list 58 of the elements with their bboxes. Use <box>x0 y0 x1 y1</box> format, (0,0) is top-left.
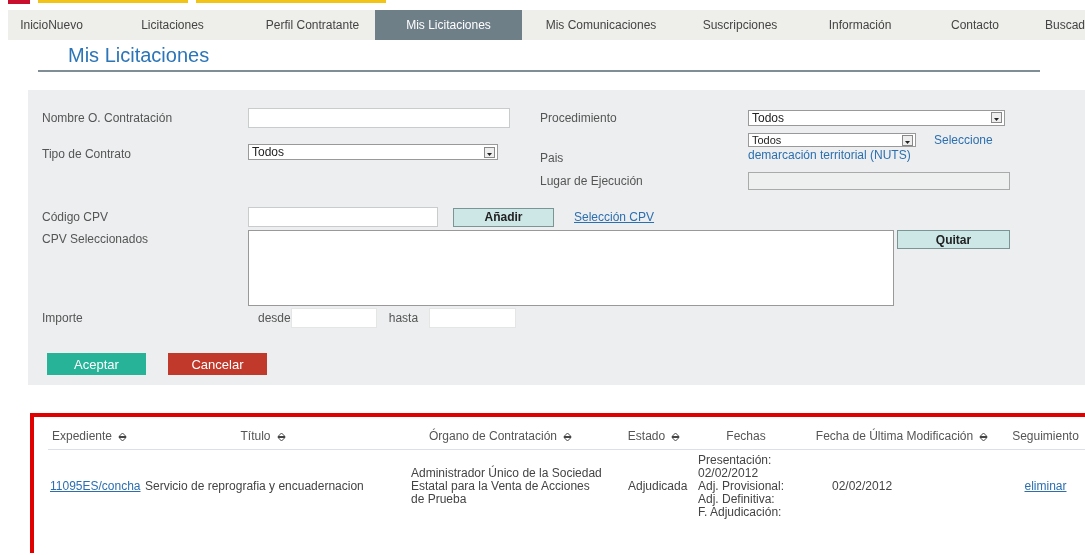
column-header[interactable]: Seguimiento <box>1012 429 1079 443</box>
field-label: Código CPV <box>42 210 110 224</box>
table-cell: Adjudicada <box>628 479 688 493</box>
nav-tab[interactable]: Mis Comunicaciones <box>522 10 680 40</box>
column-header[interactable]: Expediente <box>52 429 113 443</box>
delete-link[interactable]: eliminar <box>1024 479 1067 493</box>
input-field[interactable] <box>248 107 510 128</box>
remove-button[interactable]: Quitar <box>897 230 1010 249</box>
sort-icon[interactable] <box>979 431 989 442</box>
field-label: Importe <box>42 311 84 325</box>
input-field[interactable] <box>428 308 516 328</box>
field-label: CPV Seleccionados <box>42 232 150 246</box>
input-field[interactable] <box>290 308 377 328</box>
table-cell-text: Adj. Definitiva: <box>698 493 776 506</box>
dropdown[interactable]: Todos <box>748 109 1005 126</box>
column-header[interactable]: Órgano de Contratación <box>428 429 558 443</box>
record-link[interactable]: 11095ES/concha <box>50 479 141 493</box>
field-label: Procedimiento <box>540 110 618 125</box>
column-header[interactable]: Fecha de Última Modificación <box>815 429 974 443</box>
dropdown[interactable]: Todos <box>748 133 916 147</box>
add-button[interactable]: Añadir <box>453 207 554 227</box>
table-cell-text: Adj. Provisional: <box>698 480 786 493</box>
field-label: desde <box>258 311 291 325</box>
cpv-link[interactable]: Selección CPV <box>574 210 655 224</box>
field-label: hasta <box>388 311 420 325</box>
page-title: Mis Licitaciones <box>38 43 1040 72</box>
table-cell: 02/02/2012 <box>832 479 893 493</box>
nav-tab[interactable]: Información <box>800 10 920 40</box>
field-label: Tipo de Contrato <box>42 147 132 161</box>
table-cell-text: 02/02/2012 <box>698 467 760 480</box>
column-header[interactable]: Título <box>240 429 271 443</box>
sort-icon[interactable] <box>276 431 286 442</box>
sort-icon[interactable] <box>118 431 128 442</box>
table-cell-text: Presentación: <box>698 454 773 467</box>
column-header[interactable]: Estado <box>627 429 666 443</box>
dropdown[interactable]: Todos <box>248 144 498 160</box>
field-label: Lugar de Ejecución <box>540 174 644 188</box>
nav-tab[interactable]: Mis Licitaciones <box>375 10 522 40</box>
cpv-list-box[interactable] <box>248 230 894 306</box>
nav-tab[interactable]: Buscad <box>1030 10 1085 40</box>
nav-tab[interactable]: InicioNuevo <box>8 10 95 40</box>
nav-tab[interactable]: Licitaciones <box>95 10 250 40</box>
sort-icon[interactable] <box>671 431 681 442</box>
table-cell: Servicio de reprografia y encuadernacion <box>145 479 364 493</box>
sort-icon[interactable] <box>563 431 573 442</box>
nav-tab[interactable]: Perfil Contratante <box>250 10 375 40</box>
field-label: Nombre O. Contratación <box>42 110 174 125</box>
territorial-link[interactable]: Seleccione <box>934 133 993 147</box>
input-field[interactable] <box>248 207 438 227</box>
table-cell-text: F. Adjudicación: <box>698 506 783 519</box>
field-label: Pais <box>540 151 565 165</box>
cancel-button[interactable]: Cancelar <box>168 353 267 375</box>
table-cell: Administrador Único de la Sociedad Estatal para la Venta de Acciones de Prueba <box>411 466 602 506</box>
territorial-link[interactable]: demarcación territorial (NUTS) <box>748 148 911 162</box>
flag-stripe <box>8 0 30 4</box>
nav-tab[interactable]: Contacto <box>920 10 1030 40</box>
nav-tab[interactable]: Suscripciones <box>680 10 800 40</box>
column-header[interactable]: Fechas <box>726 429 766 443</box>
